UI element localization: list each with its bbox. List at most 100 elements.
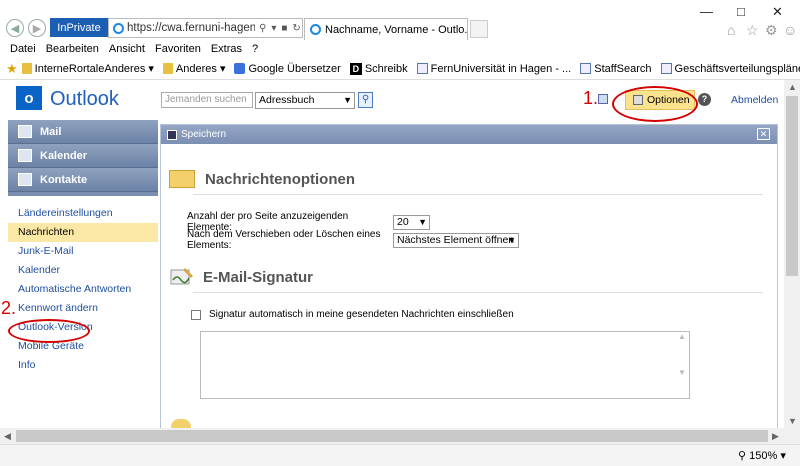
smiley-icon[interactable]: ☺ (783, 22, 797, 38)
nav-resize-grip[interactable] (8, 192, 158, 196)
fav-item[interactable]: FernUniversität in Hagen - ... (416, 63, 571, 75)
sidebar-item-password[interactable]: Kennwort ändern (8, 299, 158, 318)
signature-checkbox-label: Signatur automatisch in meine gesendeten… (209, 309, 514, 320)
forward-button[interactable]: ▶ (28, 19, 46, 37)
vertical-scroll-thumb[interactable] (786, 96, 798, 276)
dropdown-icon[interactable]: ▾ (271, 23, 276, 34)
divider (193, 292, 763, 293)
menu-help[interactable]: ? (252, 43, 258, 55)
fav-item[interactable]: InterneRortaleAnderes ▾ (21, 62, 154, 75)
ie-icon (113, 22, 124, 34)
browser-tab[interactable]: Nachname, Vorname - Outlo... × (304, 18, 468, 40)
mail-icon (18, 125, 32, 138)
scroll-down-icon[interactable]: ▼ (788, 416, 797, 426)
divider (193, 194, 763, 195)
chevron-down-icon: ▼ (418, 216, 427, 227)
save-icon (167, 129, 177, 140)
panel-toolbar: Speichern (161, 125, 777, 144)
refresh-icon[interactable]: ↻ (292, 23, 300, 34)
tab-title: Nachname, Vorname - Outlo... (325, 23, 468, 36)
scroll-right-icon[interactable]: ▶ (772, 431, 779, 442)
sidebar-item-auto-replies[interactable]: Automatische Antworten (8, 280, 158, 299)
outlook-logo-icon: o (16, 86, 42, 110)
annotation-ring-1 (612, 86, 698, 122)
zoom-control[interactable]: ⚲ 150% ▾ (738, 449, 786, 462)
nav-mail[interactable]: Mail (8, 120, 158, 144)
calendar-icon (18, 149, 32, 162)
items-per-page-select[interactable]: 20 ▼ (393, 214, 430, 230)
envelope-icon (169, 170, 195, 188)
chevron-down-icon: ▼ (507, 234, 516, 245)
google-translate-icon (234, 63, 246, 74)
options-panel: Speichern ✕ Nachrichtenoptionen Anzahl d… (160, 124, 778, 434)
url-text: https://cwa.fernuni-hagen.de/o (127, 22, 255, 34)
d-icon: D (349, 62, 362, 75)
favorites-star-icon[interactable]: ☆ (746, 22, 759, 39)
scroll-up-icon[interactable]: ▲ (788, 82, 797, 92)
after-move-row: Nach dem Verschieben oder Löschen eines … (187, 229, 519, 251)
section-title-messages: Nachrichtenoptionen (169, 165, 355, 193)
sidebar-item-kalender[interactable]: Kalender (8, 261, 158, 280)
folder-icon (162, 63, 173, 74)
nav-calendar[interactable]: Kalender (8, 144, 158, 168)
annotation-2: 2. (1, 298, 17, 318)
back-button[interactable]: ◀ (6, 19, 24, 37)
editor-scrollbar[interactable]: ▲ ▼ (675, 332, 689, 398)
addressbook-select[interactable]: Adressbuch ▼ (255, 92, 355, 109)
nav-contacts[interactable]: Kontakte (8, 168, 158, 192)
favorites-bar: ★ InterneRortaleAnderes ▾ Anderes ▾ Goog… (0, 58, 800, 80)
zoom-icon: ⚲ (738, 450, 750, 462)
section-title-signature: E-Mail-Signatur (169, 263, 313, 291)
help-icon[interactable]: ? (698, 93, 711, 106)
maximize-icon[interactable]: □ (737, 4, 745, 19)
favorites-add-icon[interactable]: ★ (6, 61, 18, 77)
home-icon[interactable]: ⌂ (727, 22, 735, 38)
fav-item[interactable]: StaffSearch (580, 63, 652, 75)
contacts-icon (18, 173, 32, 186)
after-move-label: Nach dem Verschieben oder Löschen eines … (187, 229, 381, 251)
new-tab-button[interactable] (470, 20, 488, 38)
app-name: Outlook (50, 88, 119, 110)
folder-icon (21, 63, 32, 74)
close-window-icon[interactable]: ✕ (772, 4, 783, 20)
menu-datei[interactable]: Datei (10, 43, 36, 55)
module-nav: Mail Kalender Kontakte (8, 120, 158, 196)
menu-ansicht[interactable]: Ansicht (109, 43, 145, 55)
people-search-input[interactable]: Jemanden suchen (161, 92, 253, 108)
logout-link[interactable]: Abmelden (731, 94, 778, 106)
fernuni-icon (416, 63, 428, 74)
browser-titlebar: ◀ ▶ InPrivate https://cwa.fernuni-hagen.… (0, 0, 800, 40)
sidebar-item-info[interactable]: Info (8, 356, 158, 375)
scroll-left-icon[interactable]: ◀ (4, 431, 11, 442)
ie-icon (310, 24, 321, 35)
status-bar (0, 444, 800, 466)
address-bar[interactable]: https://cwa.fernuni-hagen.de/o ⚲ ▾ ■ ↻ (108, 18, 303, 38)
fernuni-icon (660, 63, 672, 74)
menu-bearbeiten[interactable]: Bearbeiten (46, 43, 99, 55)
chevron-down-icon: ▼ (343, 95, 352, 105)
gear-icon[interactable]: ⚙ (765, 22, 778, 39)
fav-item[interactable]: Google Übersetzer (234, 63, 341, 75)
lock-icon: ■ (281, 22, 288, 34)
search-button[interactable]: ⚲ (358, 92, 373, 108)
minimize-icon[interactable]: — (700, 4, 713, 19)
fav-item[interactable]: D Schreibk (349, 62, 408, 75)
menu-favoriten[interactable]: Favoriten (155, 43, 201, 55)
sidebar-item-junk[interactable]: Junk-E-Mail (8, 242, 158, 261)
menu-bar: Datei Bearbeiten Ansicht Favoriten Extra… (0, 40, 800, 58)
signature-icon (169, 266, 195, 288)
fav-item[interactable]: Geschäftsverteilungspläne (... (660, 63, 800, 75)
sidebar-item-nachrichten[interactable]: Nachrichten (8, 223, 158, 242)
sidebar-item-laendereinstellungen[interactable]: Ländereinstellungen (8, 204, 158, 223)
addressbook-icon[interactable] (598, 94, 608, 104)
search-icon[interactable]: ⚲ (259, 23, 266, 34)
menu-extras[interactable]: Extras (211, 43, 242, 55)
horizontal-scroll-thumb[interactable] (16, 430, 768, 442)
save-button[interactable]: Speichern (181, 129, 226, 140)
signature-editor[interactable]: ▲ ▼ (200, 331, 690, 399)
options-sidebar: Ländereinstellungen Nachrichten Junk-E-M… (8, 204, 158, 434)
close-icon[interactable]: ✕ (757, 128, 770, 140)
fav-item[interactable]: Anderes ▾ (162, 62, 225, 75)
after-move-select[interactable]: Nächstes Element öffnen ▼ (393, 232, 519, 248)
signature-checkbox[interactable] (191, 309, 201, 320)
